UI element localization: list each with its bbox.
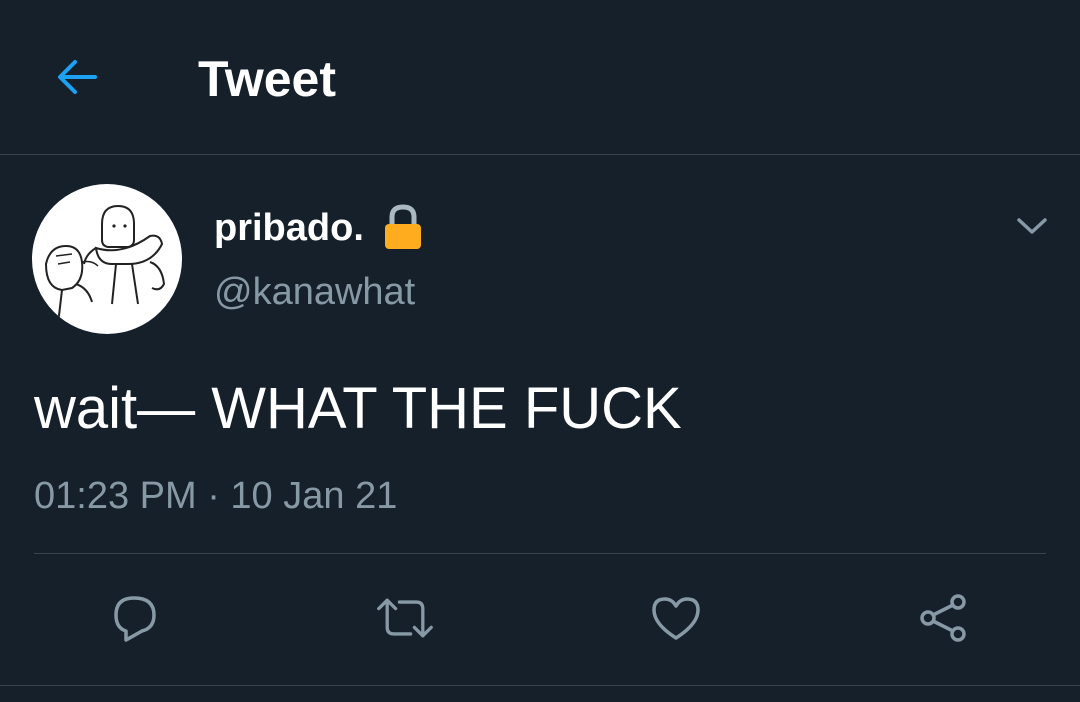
back-arrow-icon (58, 60, 97, 94)
back-button[interactable] (48, 48, 106, 106)
user-handle[interactable]: @kanawhat (214, 270, 415, 314)
share-icon (920, 594, 966, 642)
retweet-button[interactable] (375, 588, 435, 648)
like-button[interactable] (646, 588, 706, 648)
top-app-bar: Tweet (0, 0, 1080, 155)
reply-icon (114, 596, 156, 642)
chevron-down-icon (1017, 218, 1047, 234)
tweet-detail-screen: Tweet pribado. @kanawhat wait— WHAT THE … (0, 0, 1080, 702)
lock-icon (385, 204, 421, 249)
divider (0, 685, 1080, 686)
tweet-options-button[interactable] (1010, 204, 1054, 248)
reply-button[interactable] (104, 588, 164, 648)
page-title: Tweet (198, 51, 336, 107)
avatar[interactable] (32, 184, 182, 334)
retweet-icon (377, 598, 433, 638)
tweet-timestamp[interactable]: 01:23 PM · 10 Jan 21 (34, 474, 397, 518)
tweet-text: wait— WHAT THE FUCK (34, 376, 682, 441)
divider (34, 553, 1046, 554)
display-name[interactable]: pribado. (214, 206, 364, 250)
avatar-illustration (44, 204, 166, 325)
heart-icon (652, 597, 700, 640)
share-button[interactable] (914, 588, 974, 648)
